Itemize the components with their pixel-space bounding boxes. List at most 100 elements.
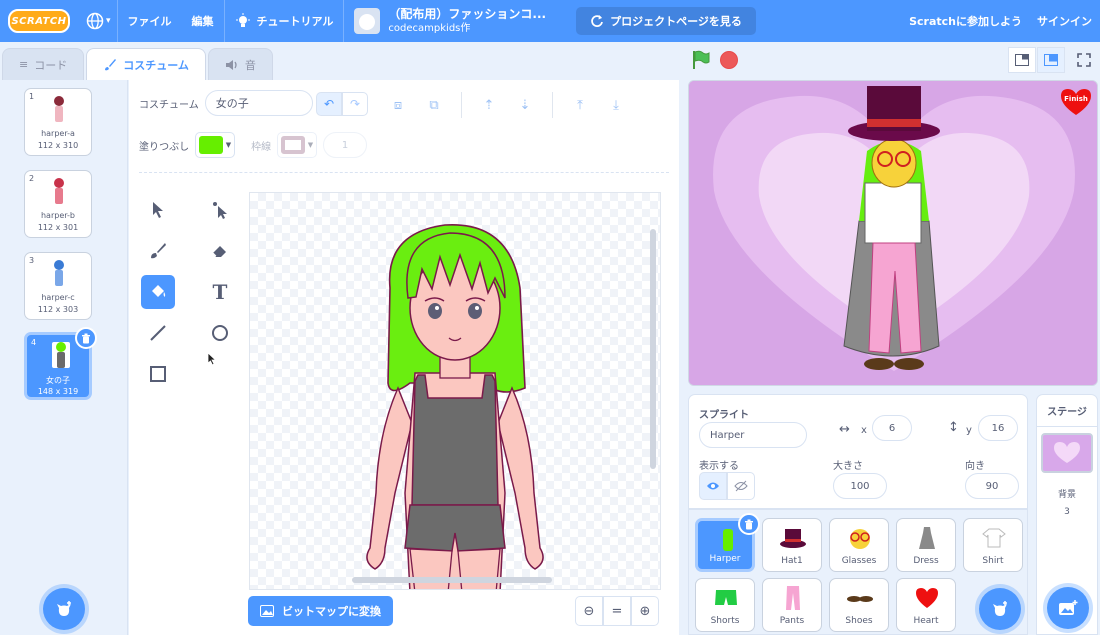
- sprite-thumbnail: [712, 527, 744, 553]
- sprite-tile[interactable]: Glasses: [829, 518, 889, 572]
- y-label: y: [966, 425, 972, 436]
- sprite-tile[interactable]: Hat1: [762, 518, 822, 572]
- arrow-pointer-icon: [153, 202, 163, 218]
- stage-target-pane[interactable]: ステージ 背景 3: [1036, 394, 1098, 635]
- shoes-icon: [847, 596, 873, 602]
- sprite-thumbnail: [777, 525, 809, 551]
- tutorials-menu[interactable]: チュートリアル: [225, 0, 344, 42]
- line-icon: [150, 325, 166, 341]
- sprite-selector: Harper Hat1 Glasses Dress Shirt Shorts P…: [688, 509, 1028, 635]
- hide-sprite-button[interactable]: [727, 472, 755, 500]
- forward-icon[interactable]: ⇡: [480, 96, 498, 114]
- zoom-out-button[interactable]: ⊖: [575, 596, 603, 626]
- tab-sounds[interactable]: 音: [207, 48, 273, 80]
- reshape-tool[interactable]: [203, 193, 237, 227]
- sprite-tile[interactable]: Shorts: [695, 578, 755, 632]
- green-flag-icon[interactable]: [690, 49, 712, 71]
- sprite-tile[interactable]: Heart: [896, 578, 956, 632]
- zoom-in-button[interactable]: ⊕: [631, 596, 659, 626]
- sprite-tile[interactable]: Shirt: [963, 518, 1023, 572]
- fill-tool[interactable]: [141, 275, 175, 309]
- undo-button[interactable]: ↶: [316, 92, 342, 116]
- fill-color-picker[interactable]: ▼: [195, 132, 236, 158]
- see-project-label: プロジェクトページを見る: [610, 15, 742, 28]
- canvas-vertical-scrollbar[interactable]: [650, 229, 656, 469]
- tab-code[interactable]: ≡ コード: [2, 48, 85, 80]
- sign-in-link[interactable]: サインイン: [1037, 0, 1092, 42]
- outline-width-input[interactable]: 1: [323, 132, 368, 158]
- girl-costume-drawing: [366, 224, 544, 589]
- select-tool[interactable]: [141, 193, 175, 227]
- language-menu[interactable]: ▾: [80, 0, 117, 42]
- join-scratch-link[interactable]: Scratchに参加しよう: [909, 0, 1022, 42]
- normal-stage-icon: [1044, 54, 1058, 66]
- brush-tool[interactable]: [141, 234, 175, 268]
- cat-add-icon: [993, 601, 1007, 616]
- eraser-tool[interactable]: [203, 234, 237, 268]
- sprite-name: Dress: [913, 556, 939, 566]
- sprite-name: Harper: [709, 554, 741, 564]
- size-input[interactable]: 100: [833, 473, 887, 499]
- stage-thumbnail[interactable]: [1041, 433, 1093, 473]
- menu-bar: SCRATCH ▾ ファイル 編集 チュートリアル （配布用）ファッションコ..…: [0, 0, 1100, 42]
- see-project-page-button[interactable]: プロジェクトページを見る: [576, 7, 756, 35]
- costume-item[interactable]: 3 harper-c 112 x 303: [24, 252, 92, 320]
- show-sprite-button[interactable]: [699, 472, 727, 500]
- outline-color-picker[interactable]: ▼: [277, 132, 318, 158]
- sprite-thumbnail: [911, 525, 943, 551]
- sprite-tile-selected[interactable]: Harper: [695, 513, 760, 572]
- costume-item[interactable]: 2 harper-b 112 x 301: [24, 170, 92, 238]
- choose-costume-button[interactable]: [43, 588, 85, 630]
- project-title[interactable]: （配布用）ファッションコ...: [388, 7, 546, 23]
- paint-canvas[interactable]: [249, 192, 661, 590]
- delete-sprite-button[interactable]: [738, 513, 760, 535]
- shorts-icon: [715, 590, 737, 605]
- line-tool[interactable]: [141, 316, 175, 350]
- costume-item-selected[interactable]: 4 女の子 148 x 319: [24, 327, 97, 400]
- y-position-input[interactable]: 16: [978, 415, 1018, 441]
- costume-item[interactable]: 1 harper-a 112 x 310: [24, 88, 92, 156]
- text-tool[interactable]: T: [203, 275, 237, 309]
- ungroup-icon[interactable]: ⧉: [425, 96, 443, 114]
- x-position-input[interactable]: 6: [872, 415, 912, 441]
- sprite-tile[interactable]: Dress: [896, 518, 956, 572]
- stage-canvas[interactable]: Finish: [688, 80, 1098, 386]
- sprite-tile[interactable]: Pants: [762, 578, 822, 632]
- scratch-logo[interactable]: SCRATCH: [8, 9, 70, 33]
- canvas-horizontal-scrollbar[interactable]: [352, 577, 552, 583]
- direction-input[interactable]: 90: [965, 473, 1019, 499]
- fullscreen-button[interactable]: [1070, 47, 1098, 73]
- small-stage-button[interactable]: [1008, 47, 1036, 73]
- group-icon[interactable]: ⧈: [389, 96, 407, 114]
- eye-slash-icon: [734, 480, 748, 492]
- tab-costumes[interactable]: コスチューム: [86, 48, 206, 80]
- file-menu[interactable]: ファイル: [118, 0, 182, 42]
- sprite-name: Shirt: [982, 556, 1004, 566]
- normal-stage-button[interactable]: [1037, 47, 1065, 73]
- project-thumbnail: [354, 8, 381, 34]
- choose-sprite-button[interactable]: [979, 588, 1021, 630]
- delete-costume-button[interactable]: [75, 327, 97, 349]
- sprite-name-input[interactable]: Harper: [699, 422, 807, 448]
- convert-to-bitmap-button[interactable]: ビットマップに変換: [248, 596, 393, 626]
- glasses-icon: [850, 529, 870, 549]
- rectangle-tool[interactable]: [141, 357, 175, 391]
- zoom-reset-button[interactable]: =: [603, 596, 631, 626]
- front-icon[interactable]: ⤒: [571, 96, 589, 114]
- sprite-tile[interactable]: Shoes: [829, 578, 889, 632]
- stop-button[interactable]: [720, 51, 738, 69]
- circle-tool[interactable]: [203, 316, 237, 350]
- circle-icon: [212, 325, 228, 341]
- refresh-icon: [591, 15, 603, 27]
- redo-button[interactable]: ↷: [342, 92, 368, 116]
- back-icon[interactable]: ⤓: [607, 96, 625, 114]
- backward-icon[interactable]: ⇣: [516, 96, 534, 114]
- toolbar-divider-line: [139, 172, 669, 173]
- show-label: 表示する: [699, 461, 739, 472]
- costume-name-input[interactable]: 女の子: [204, 90, 313, 116]
- convert-to-bitmap-label: ビットマップに変換: [282, 605, 381, 618]
- project-title-block[interactable]: （配布用）ファッションコ... codecampkids作: [388, 7, 546, 36]
- edit-menu[interactable]: 編集: [182, 0, 224, 42]
- backdrop-add-icon: [1059, 600, 1078, 615]
- choose-backdrop-button[interactable]: [1047, 587, 1089, 629]
